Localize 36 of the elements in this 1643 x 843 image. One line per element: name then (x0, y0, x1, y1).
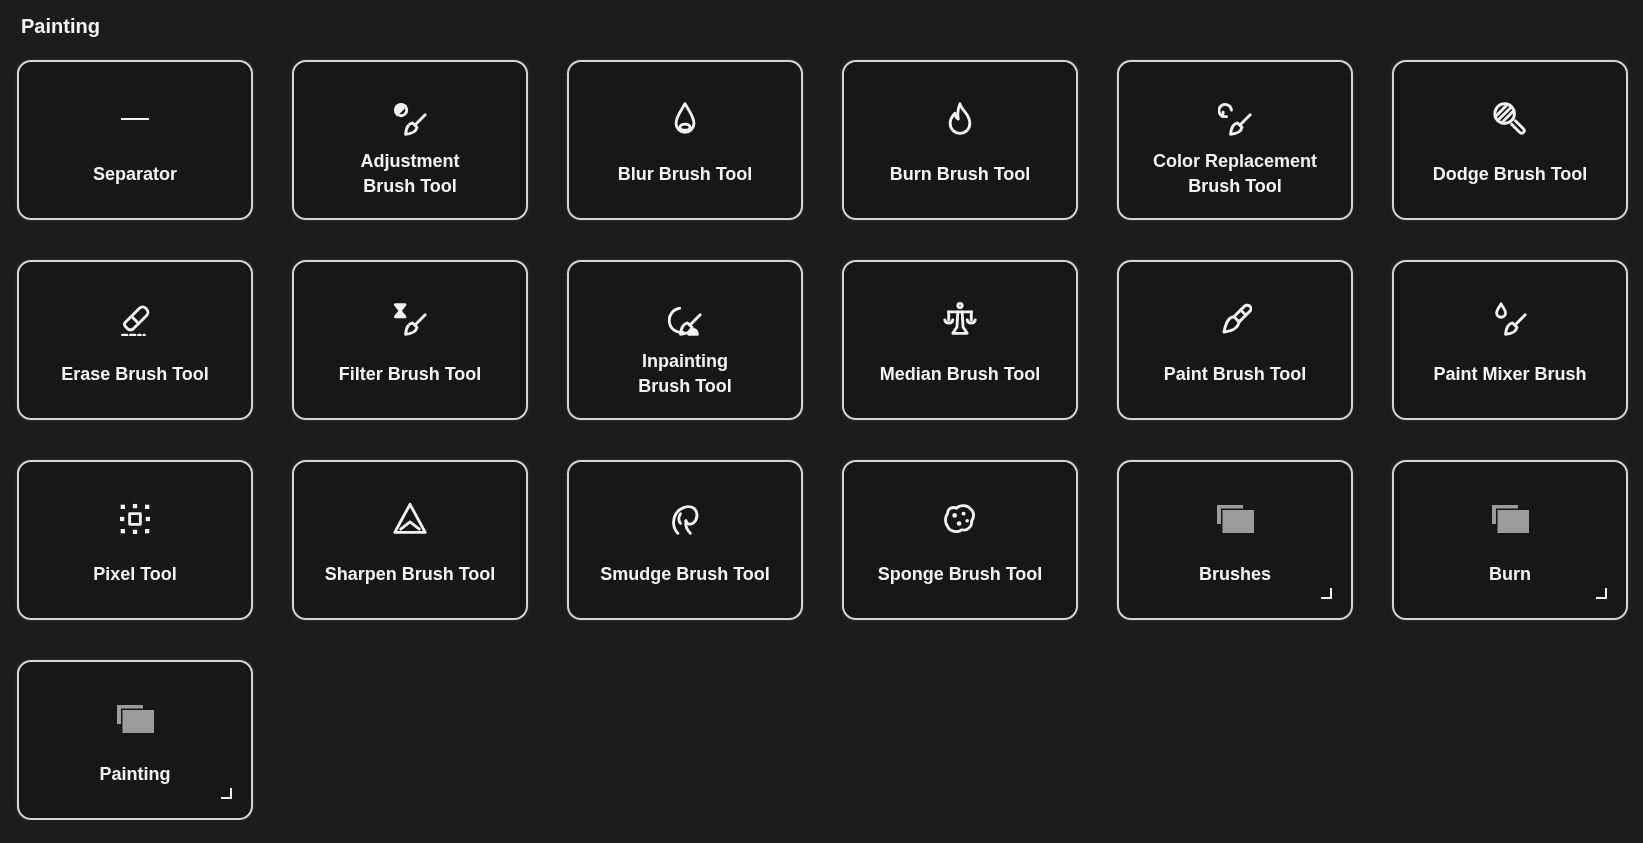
tool-tile[interactable]: Dodge Brush Tool (1392, 60, 1628, 220)
dash-icon (121, 118, 149, 120)
tool-tile[interactable]: Erase Brush Tool (17, 260, 253, 420)
group-tile[interactable]: Burn (1392, 460, 1628, 620)
tool-tile[interactable]: Paint Brush Tool (1117, 260, 1353, 420)
tool-tile[interactable]: Pixel Tool (17, 460, 253, 620)
tool-tile[interactable]: Smudge Brush Tool (567, 460, 803, 620)
circle-brush-icon (393, 102, 427, 136)
stack-icon (1216, 505, 1254, 533)
tool-tile[interactable]: Inpainting Brush Tool (567, 260, 803, 420)
hourglass-brush-icon (393, 302, 427, 336)
sponge-icon (943, 502, 977, 536)
corner-mark-icon (1321, 588, 1332, 599)
tool-tile[interactable]: Separator (17, 60, 253, 220)
scales-icon (943, 302, 977, 336)
group-tile[interactable]: Brushes (1117, 460, 1353, 620)
lollipop-icon (1493, 102, 1527, 136)
droplet-brush-icon (1493, 302, 1527, 336)
tool-tile[interactable]: Median Brush Tool (842, 260, 1078, 420)
tool-tile[interactable]: Filter Brush Tool (292, 260, 528, 420)
tool-tile[interactable]: Paint Mixer Brush (1392, 260, 1628, 420)
tool-tile[interactable]: Burn Brush Tool (842, 60, 1078, 220)
corner-mark-icon (1596, 588, 1607, 599)
tool-tile[interactable]: Color Replacement Brush Tool (1117, 60, 1353, 220)
arrow-brush-icon (1218, 102, 1252, 136)
triangle-icon (393, 502, 427, 536)
section-title: Painting (21, 14, 100, 39)
stack-icon (1491, 505, 1529, 533)
tool-tile[interactable]: Sponge Brush Tool (842, 460, 1078, 620)
stack-icon (116, 705, 154, 733)
dotted-square-icon (118, 502, 152, 536)
tool-tile[interactable]: Adjustment Brush Tool (292, 60, 528, 220)
tool-tile[interactable]: Blur Brush Tool (567, 60, 803, 220)
group-tile[interactable]: Painting (17, 660, 253, 820)
corner-mark-icon (221, 788, 232, 799)
tool-tile[interactable]: Sharpen Brush Tool (292, 460, 528, 620)
